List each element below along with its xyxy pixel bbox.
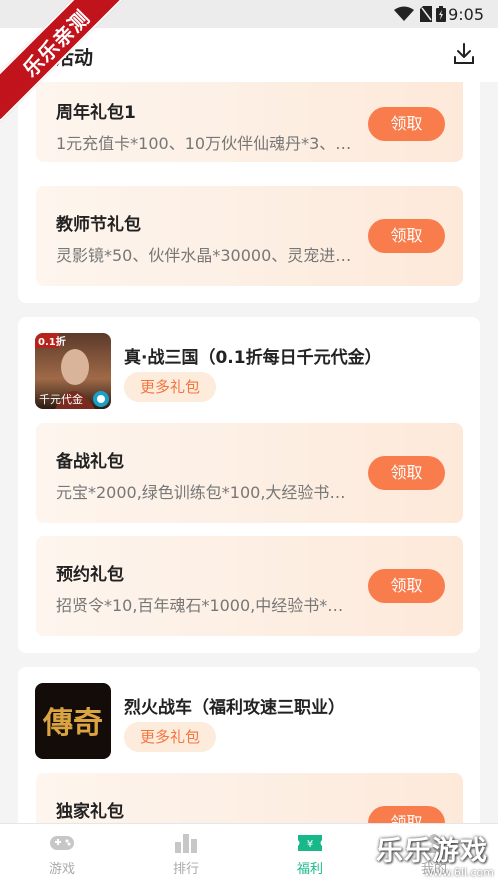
clock: 9:05: [448, 5, 484, 24]
gift-desc: 招贤令*10,百年魂石*1000,中经验书*300: [56, 596, 352, 615]
gift-name: 独家礼包: [56, 802, 124, 822]
content-scroll[interactable]: 周年礼包1 1元充值卡*100、10万伙伴仙魂丹*3、伙伴 领取 教师节礼包 灵…: [0, 82, 498, 823]
claim-button[interactable]: 领取: [368, 219, 445, 253]
gift-desc: 1元充值卡*100、10万伙伴仙魂丹*3、伙伴: [56, 134, 352, 153]
icon-badge: 0.1折: [38, 335, 66, 348]
tab-label: 排行: [172, 862, 199, 877]
game-header: 0.1折 千元代金 真·战三国（0.1折每日千元代金） 更多礼包: [18, 317, 480, 417]
tab-label: 游戏: [48, 862, 75, 877]
game-header: 傳奇 烈火战车（福利攻速三职业） 更多礼包: [18, 667, 480, 767]
game-title: 烈火战车（福利攻速三职业）: [124, 698, 345, 718]
icon-caption: 千元代金: [39, 392, 83, 406]
gift-item: 独家礼包 领取: [36, 773, 463, 823]
battery-icon: [436, 6, 446, 22]
gift-item: 预约礼包 招贤令*10,百年魂石*1000,中经验书*300 领取: [36, 536, 463, 636]
gift-desc: 灵影镜*50、伙伴水晶*30000、灵宠进阶丹: [56, 246, 352, 265]
icon-text: 傳奇: [42, 706, 103, 741]
game-card-2: 0.1折 千元代金 真·战三国（0.1折每日千元代金） 更多礼包 备战礼包 元宝…: [18, 317, 480, 653]
ranking-icon: [175, 834, 197, 853]
gamepad-icon: [50, 836, 74, 850]
tab-ranking[interactable]: 排行: [146, 832, 226, 877]
game-icon[interactable]: 0.1折 千元代金: [35, 333, 111, 409]
more-gifts-button[interactable]: 更多礼包: [124, 722, 216, 752]
download-icon[interactable]: [452, 42, 476, 66]
tab-games[interactable]: 游戏: [22, 832, 102, 877]
claim-button[interactable]: 领取: [368, 806, 445, 823]
claim-button[interactable]: 领取: [368, 569, 445, 603]
gift-name: 教师节礼包: [56, 215, 141, 235]
game-icon[interactable]: 傳奇: [35, 683, 111, 759]
gift-name: 预约礼包: [56, 565, 124, 585]
gift-card-1: 周年礼包1 1元充值卡*100、10万伙伴仙魂丹*3、伙伴 领取 教师节礼包 灵…: [18, 82, 480, 303]
game-title: 真·战三国（0.1折每日千元代金）: [124, 348, 382, 368]
game-card-3: 傳奇 烈火战车（福利攻速三职业） 更多礼包 独家礼包 领取: [18, 667, 480, 823]
svg-text:¥: ¥: [307, 839, 313, 850]
watermark-text: 乐乐游戏: [376, 836, 488, 867]
more-gifts-button[interactable]: 更多礼包: [124, 372, 216, 402]
gift-item: 周年礼包1 1元充值卡*100、10万伙伴仙魂丹*3、伙伴 领取: [36, 82, 463, 162]
gift-name: 备战礼包: [56, 452, 124, 472]
gift-name: 周年礼包1: [56, 103, 136, 123]
tab-welfare[interactable]: ¥ 福利: [270, 832, 350, 877]
claim-button[interactable]: 领取: [368, 107, 445, 141]
tab-label: 福利: [296, 862, 323, 877]
ticket-icon: ¥: [298, 835, 322, 851]
gift-item: 备战礼包 元宝*2000,绿色训练包*100,大经验书*40 领取: [36, 423, 463, 523]
gift-item: 教师节礼包 灵影镜*50、伙伴水晶*30000、灵宠进阶丹 领取: [36, 186, 463, 286]
claim-button[interactable]: 领取: [368, 456, 445, 490]
watermark: 乐乐游戏 www.6ll.com: [376, 829, 494, 881]
gift-desc: 元宝*2000,绿色训练包*100,大经验书*40: [56, 483, 352, 502]
no-sim-icon: [420, 6, 432, 22]
wifi-icon: [394, 6, 414, 21]
